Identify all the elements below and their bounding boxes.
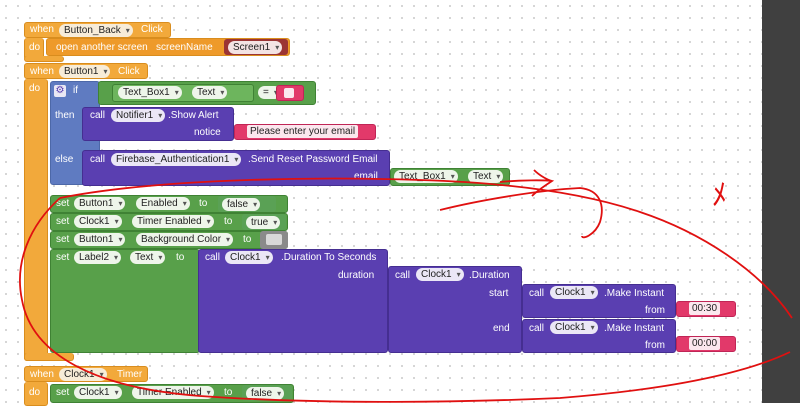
component-dropdown-button-back[interactable]: Button_Back xyxy=(59,24,133,37)
mi1-clock-dropdown[interactable]: Clock1 xyxy=(550,286,598,299)
set3-component[interactable]: Button1 xyxy=(74,233,126,246)
to-label: to xyxy=(224,216,233,227)
open-screen-label: open another screen xyxy=(56,42,148,53)
start-text-value[interactable]: 00:30 xyxy=(689,302,721,315)
screenname-param: screenName xyxy=(156,42,213,53)
screen-dropdown[interactable]: Screen1 xyxy=(228,41,283,54)
else-label: else xyxy=(55,154,74,165)
set2-property[interactable]: Timer Enabled xyxy=(132,215,214,228)
to-label: to xyxy=(176,252,185,263)
do-column-button1 xyxy=(24,79,48,361)
call-label: call xyxy=(205,252,221,263)
to-label: to xyxy=(199,198,208,209)
clock-set-component[interactable]: Clock1 xyxy=(74,386,122,399)
call-label: call xyxy=(395,270,411,281)
set4-property[interactable]: Text xyxy=(130,251,166,264)
to-label: to xyxy=(224,387,233,398)
event-label: Timer xyxy=(117,369,143,380)
component-dropdown-button1[interactable]: Button1 xyxy=(59,65,111,78)
call-label: call xyxy=(90,154,106,165)
notice-text-value[interactable]: Please enter your email xyxy=(247,125,359,138)
call-label: call xyxy=(529,323,545,334)
true-dropdown[interactable]: true xyxy=(246,216,281,229)
false-dropdown[interactable]: false xyxy=(222,198,261,211)
color-swatch[interactable] xyxy=(266,234,282,245)
set-label: set xyxy=(56,216,70,227)
when-label: when xyxy=(30,66,54,77)
dur2-clock-dropdown[interactable]: Clock1 xyxy=(416,268,464,281)
set-label2-text[interactable] xyxy=(50,249,200,353)
to-label: to xyxy=(243,234,252,245)
event-label: Click xyxy=(118,66,140,77)
from-param: from xyxy=(645,340,665,351)
gear-icon[interactable]: ⚙ xyxy=(54,85,66,97)
back-bottom xyxy=(24,56,64,62)
end-param: end xyxy=(493,323,510,334)
set1-property[interactable]: Enabled xyxy=(136,197,190,210)
email-param: email xyxy=(354,171,378,182)
notice-param: notice xyxy=(194,127,221,138)
mi2-clock-dropdown[interactable]: Clock1 xyxy=(550,321,598,334)
do-label: do xyxy=(29,387,41,398)
method-label: .Make Instant xyxy=(604,288,665,299)
set-label: set xyxy=(56,198,70,209)
call-label: call xyxy=(529,288,545,299)
set1-component[interactable]: Button1 xyxy=(74,197,126,210)
clock-set-property[interactable]: Timer Enabled xyxy=(132,386,214,399)
end-text-value[interactable]: 00:00 xyxy=(689,337,721,350)
event-label: Click xyxy=(141,24,163,35)
dur-clock-dropdown[interactable]: Clock1 xyxy=(225,251,273,264)
call-label: call xyxy=(90,110,106,121)
duration-param: duration xyxy=(338,270,375,281)
clock-false-dropdown[interactable]: false xyxy=(246,387,285,400)
method-label: .Show Alert xyxy=(168,110,219,121)
textbox-dropdown[interactable]: Text_Box1 xyxy=(118,86,182,99)
method-label: .Send Reset Password Email xyxy=(248,154,378,165)
set-label: set xyxy=(56,234,70,245)
method-label: .Duration To Seconds xyxy=(281,252,377,263)
set4-component[interactable]: Label2 xyxy=(74,251,122,264)
start-param: start xyxy=(489,288,509,299)
then-label: then xyxy=(55,110,75,121)
notifier-dropdown[interactable]: Notifier1 xyxy=(111,109,166,122)
workspace-scrollbar-panel[interactable] xyxy=(762,0,800,403)
email-textbox-dropdown[interactable]: Text_Box1 xyxy=(394,170,458,183)
property-dropdown[interactable]: Text xyxy=(192,86,228,99)
button1-bottom xyxy=(24,353,74,361)
set-label: set xyxy=(56,387,70,398)
if-label: if xyxy=(73,85,78,96)
annotation-mark: ﾒ xyxy=(712,178,727,213)
when-label: when xyxy=(30,369,54,380)
do-label: do xyxy=(29,42,41,53)
do-label: do xyxy=(29,83,41,94)
set3-property[interactable]: Background Color xyxy=(136,233,234,246)
set-label: set xyxy=(56,252,70,263)
email-property-dropdown[interactable]: Text xyxy=(468,170,504,183)
firebase-dropdown[interactable]: Firebase_Authentication1 xyxy=(111,153,242,166)
set2-component[interactable]: Clock1 xyxy=(74,215,122,228)
method-label: .Duration xyxy=(469,270,510,281)
from-param: from xyxy=(645,305,665,316)
empty-string-icon xyxy=(284,88,294,98)
component-dropdown-clock1[interactable]: Clock1 xyxy=(59,368,107,381)
method-label: .Make Instant xyxy=(604,323,665,334)
when-label: when xyxy=(30,24,54,35)
duration-to-seconds-block[interactable] xyxy=(198,249,388,353)
